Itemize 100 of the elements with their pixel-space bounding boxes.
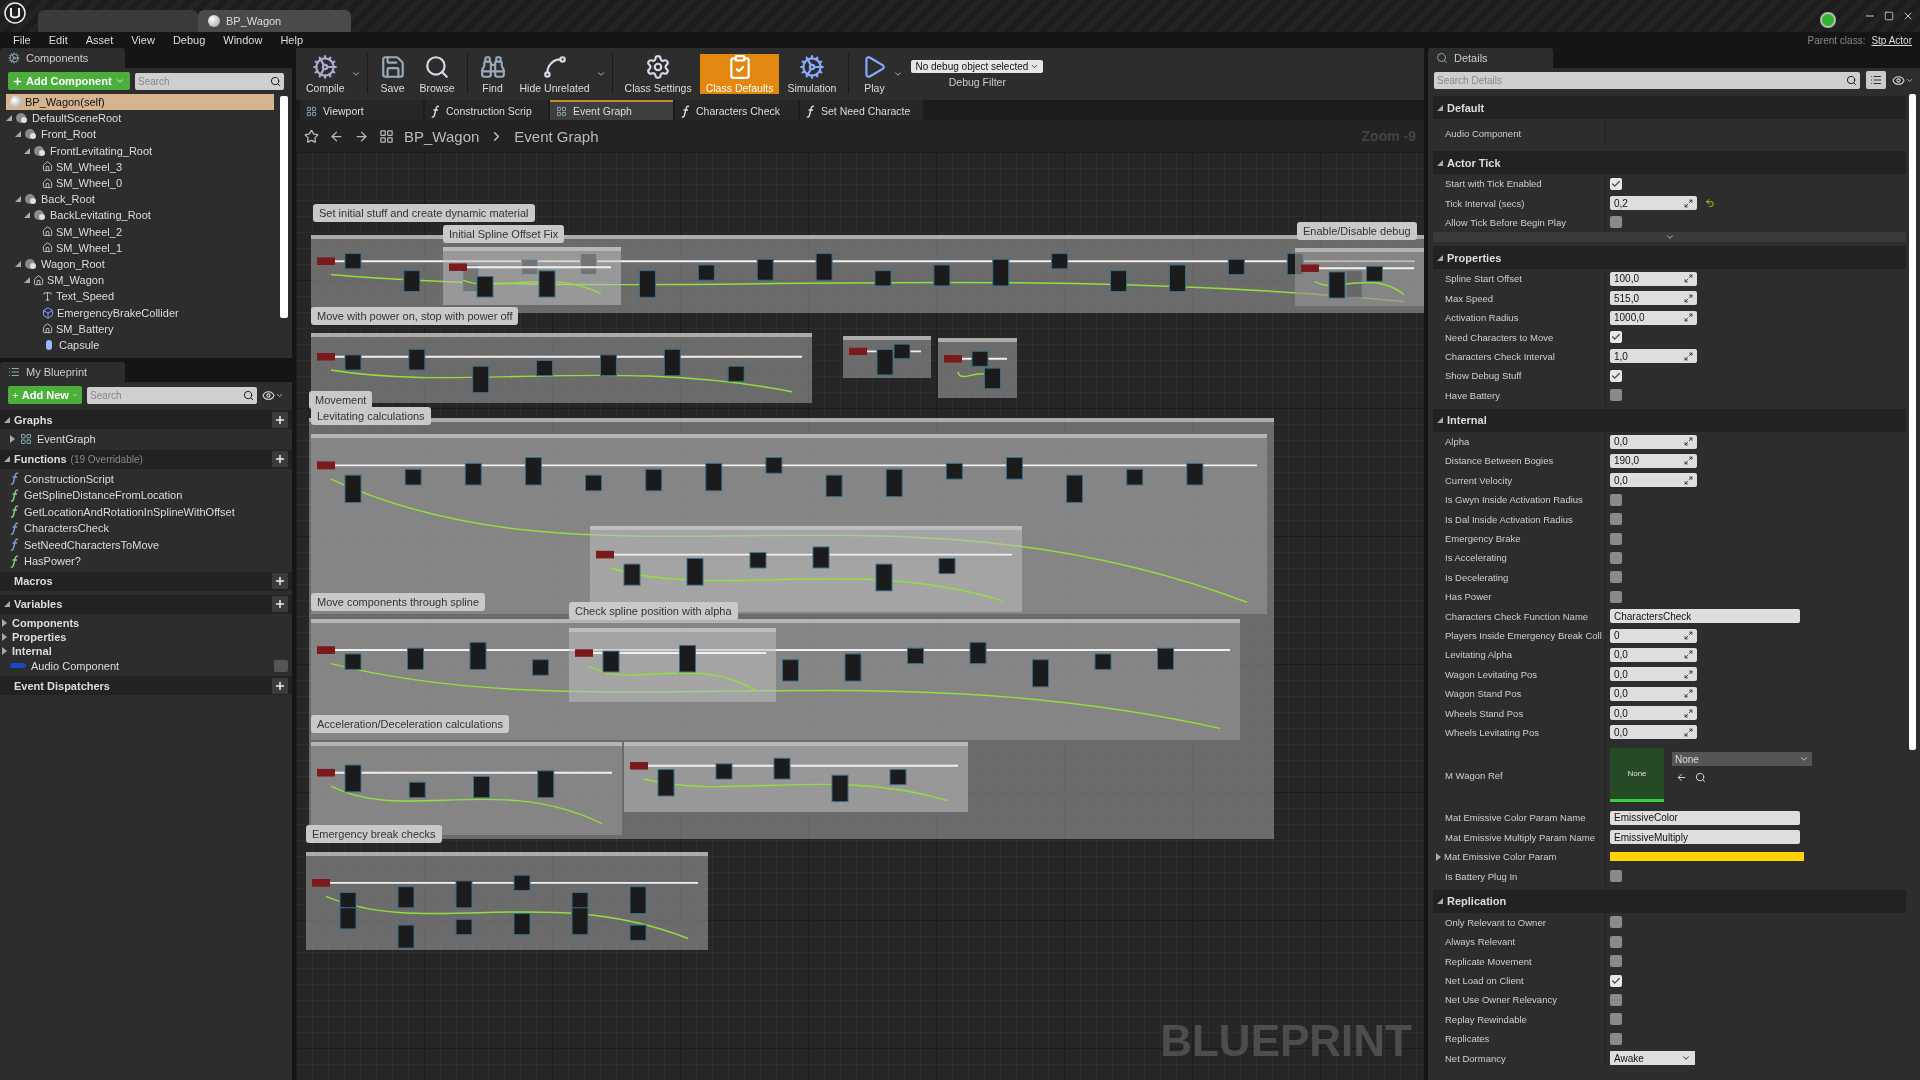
number-field[interactable]: 0,0 [1610,725,1697,740]
text-field[interactable]: EmissiveMultiply [1610,830,1800,845]
toolbar-button[interactable]: Simulation [781,54,843,94]
blueprint-item[interactable]: CharactersCheck [0,520,292,537]
number-field[interactable]: 1,0 [1610,349,1697,364]
tree-item[interactable]: SM_Wheel_2 [6,223,274,240]
category-item[interactable]: Components [0,615,292,630]
toolbar-button[interactable]: Save [373,54,412,94]
tree-item[interactable]: Front_Root [6,126,274,143]
panel-tab[interactable]: Details [1428,48,1553,68]
graph-tab[interactable]: Set Need Characte [800,100,923,120]
text-field[interactable]: EmissiveColor [1610,810,1800,825]
menu-item[interactable]: Debug [163,34,215,46]
toolbar-button[interactable]: Find [473,54,512,94]
asset-dropdown[interactable]: None [1672,752,1812,767]
number-field[interactable]: 0,0 [1610,434,1697,449]
panel-tab[interactable]: Components [0,48,125,68]
toolbar-button[interactable]: Play [855,54,894,94]
comment-label: Initial Spline Offset Fix [443,225,565,243]
blueprint-item[interactable]: GetSplineDistanceFromLocation [0,487,292,504]
tree-item[interactable]: Wagon_Root [6,255,274,273]
menu-item[interactable]: Edit [39,34,77,46]
property-label: M Wagon Ref [1445,769,1503,781]
asset-thumbnail: None [1610,748,1664,803]
section-title: Internal [1447,414,1487,427]
tree-item[interactable]: BackLevitating_Root [6,207,274,224]
blueprint-item[interactable]: EventGraph [0,431,292,448]
debug-object-dropdown[interactable]: No debug object selected [911,60,1044,73]
property-label: Alpha [1445,436,1470,448]
property-label: Is Dal Inside Activation Radius [1445,513,1573,525]
category-item[interactable]: Properties [0,629,292,644]
category-item[interactable]: Internal [0,643,292,658]
tree-item[interactable]: DefaultSceneRoot [6,110,274,127]
property-label: Emergency Brake [1445,533,1521,545]
number-field[interactable]: 0,0 [1610,473,1697,488]
property-label: Show Debug Stuff [1445,370,1522,382]
document-tab[interactable]: BP_Wagon [198,10,352,32]
number-field[interactable]: 0,0 [1610,647,1697,662]
comment-label: Emergency break checks [306,825,442,843]
blueprint-item[interactable]: SetNeedCharactersToMove [0,536,292,553]
property-label: Activation Radius [1445,312,1519,324]
comment-label: Check spline position with alpha [569,602,738,620]
menu-item[interactable]: View [122,34,164,46]
tree-item[interactable]: EmergencyBrakeCollider [6,304,274,321]
number-field[interactable]: 0,0 [1610,686,1697,701]
number-field[interactable]: 0,0 [1610,706,1697,721]
blueprint-item[interactable]: ConstructionScript [0,470,292,487]
graph-tab[interactable]: Viewport [300,100,423,120]
menu-item[interactable]: Window [214,34,272,46]
blueprint-item[interactable]: GetLocationAndRotationInSplineWithOffset [0,503,292,520]
number-field[interactable]: 100,0 [1610,271,1697,286]
graph-tab[interactable]: Characters Check [675,100,798,120]
property-label: Net Load on Client [1445,975,1524,987]
dropdown[interactable]: Awake [1610,1051,1695,1066]
property-label: Is Battery Plug In [1445,870,1518,882]
number-field[interactable]: 515,0 [1610,291,1697,306]
number-field[interactable]: 0 [1610,628,1697,643]
number-field[interactable]: 1000,0 [1610,310,1697,325]
property-label: Max Speed [1445,292,1494,304]
menu-item[interactable]: File [4,34,40,46]
tree-item[interactable]: SM_Battery [6,320,274,337]
property-label: Mat Emissive Color Param [1444,851,1557,863]
graph-tab[interactable]: Construction Scrip [425,100,548,120]
comment-label: Move with power on, stop with power off [311,307,519,325]
property-label: Net Dormancy [1445,1052,1506,1064]
number-field[interactable]: 190,0 [1610,454,1697,468]
tree-item[interactable]: SM_Wheel_0 [6,174,274,192]
property-label: Wagon Stand Pos [1445,688,1522,700]
toolbar-button[interactable]: Browse [413,54,461,94]
property-label: Net Use Owner Relevancy [1445,994,1557,1006]
text-field[interactable]: CharactersCheck [1610,609,1800,624]
property-label: Is Decelerating [1445,571,1509,583]
tree-item[interactable]: SM_Wheel_1 [6,239,274,256]
menu-item[interactable]: Asset [76,34,123,46]
panel-tab[interactable]: My Blueprint [0,362,125,382]
property-label: Spline Start Offset [1445,273,1522,285]
number-field[interactable]: 0,2 [1610,196,1697,211]
blueprint-item[interactable]: HasPower? [0,553,292,570]
tree-item[interactable]: Text_Speed [6,288,274,305]
breadcrumb-item[interactable]: Event Graph [514,127,599,145]
tree-item[interactable]: Back_Root [6,191,274,208]
property-label: Replay Rewindable [1445,1013,1527,1025]
property-label: Characters Check Interval [1445,350,1555,362]
tree-item[interactable]: BP_Wagon(self) [6,94,274,111]
tree-item[interactable]: FrontLevitating_Root [6,142,274,159]
property-label: Distance Between Bogies [1445,455,1554,467]
graph-tab[interactable]: Event Graph [550,100,673,120]
toolbar-button[interactable]: Class Settings [618,54,698,94]
toolbar-button[interactable]: Compile [300,54,351,94]
number-field[interactable]: 0,0 [1610,667,1697,682]
tree-item[interactable]: Capsule [6,336,274,353]
tree-item[interactable]: SM_Wagon [6,272,274,289]
tree-item[interactable]: SM_Wheel_3 [6,158,274,175]
breadcrumb-item[interactable]: BP_Wagon [404,127,480,145]
blueprint-item[interactable]: Audio Component [0,657,292,674]
parent-class-link[interactable]: Stp Actor [1871,34,1912,46]
menu-item[interactable]: Help [271,34,313,46]
section-title: Properties [1447,251,1502,264]
section-title: Default [1447,101,1485,114]
toolbar-button[interactable]: Hide Unrelated [513,54,596,94]
